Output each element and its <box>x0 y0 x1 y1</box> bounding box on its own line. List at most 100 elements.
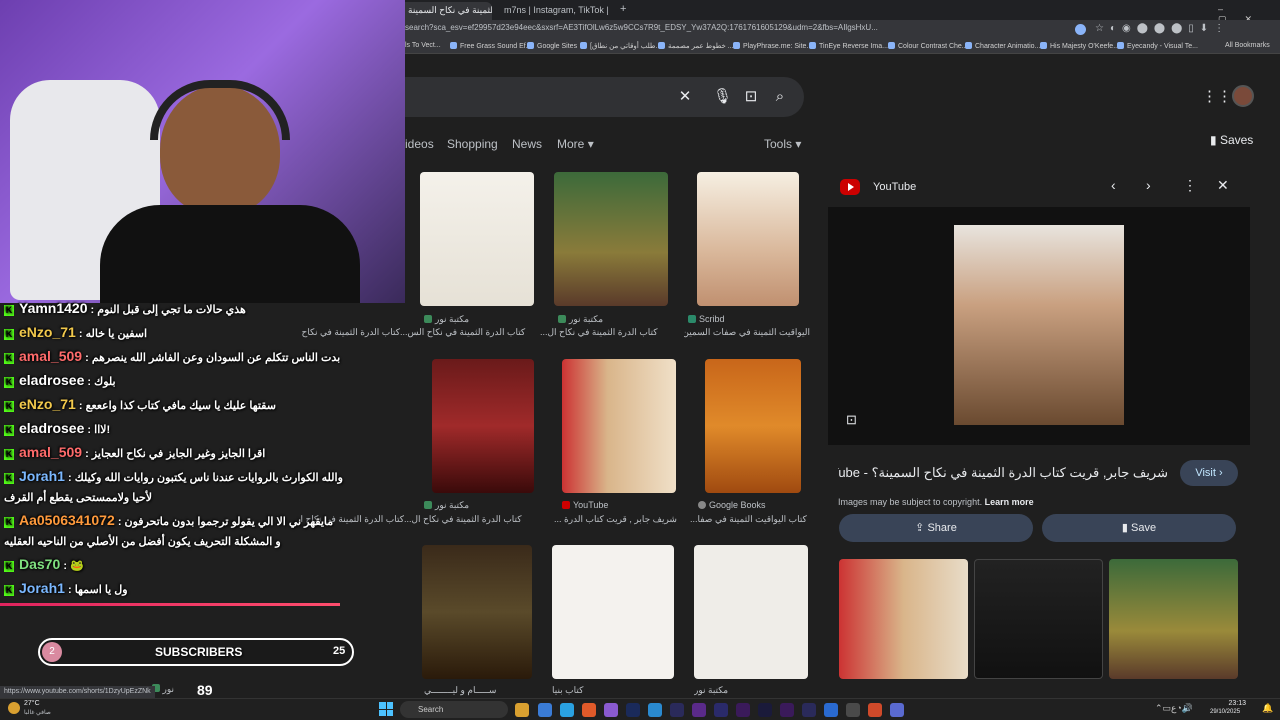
result-image[interactable] <box>422 545 532 679</box>
result-image[interactable] <box>705 359 801 493</box>
bookmark-item[interactable]: Colour Contrast Che... <box>888 42 968 50</box>
tab-search[interactable]: الدرة الثمينة في نكاح السمينة <box>400 2 492 20</box>
tools-button[interactable]: Tools ▾ <box>764 137 801 151</box>
vscode-icon[interactable] <box>560 703 574 717</box>
all-bookmarks[interactable]: All Bookmarks <box>1225 42 1270 49</box>
chevron-left-icon[interactable]: ‹ <box>1111 177 1116 193</box>
visit-button[interactable]: Visit › <box>1180 460 1238 486</box>
result-image[interactable] <box>552 545 674 679</box>
windows-start-icon[interactable] <box>379 702 393 716</box>
result-source[interactable]: Google Books <box>698 500 766 510</box>
app-icon[interactable] <box>824 703 838 717</box>
preview-image[interactable] <box>954 225 1124 425</box>
search-input[interactable]: ✕ 🎙 ⊡ ⌕ <box>340 77 804 117</box>
notification-icon[interactable]: 🔔 <box>1262 703 1273 714</box>
result-source-label: Scribd <box>699 314 725 324</box>
app-icon[interactable] <box>868 703 882 717</box>
result-image[interactable] <box>694 545 808 679</box>
related-image[interactable] <box>974 559 1103 679</box>
result-source[interactable]: Scribd <box>688 314 725 324</box>
result-caption[interactable]: اليواقيت الثمينة في صفات السمين... <box>684 327 810 338</box>
bookmark-item[interactable]: His Majesty O'Keefe... <box>1040 42 1119 50</box>
file-explorer-icon[interactable] <box>515 703 529 717</box>
related-image[interactable] <box>839 559 968 679</box>
media-encoder-icon[interactable] <box>736 703 750 717</box>
premiere-icon[interactable] <box>780 703 794 717</box>
bookmark-icon <box>809 42 816 49</box>
tab-videos[interactable]: ideos <box>405 137 434 151</box>
app-icon[interactable] <box>538 703 552 717</box>
panel-title[interactable]: شريف جابر, قريت كتاب الدرة الثمينة في نك… <box>838 465 1168 481</box>
result-source[interactable]: YouTube <box>562 500 608 510</box>
result-caption[interactable]: كتاب الدرة الثمينة في نكاح الس... <box>400 327 536 338</box>
result-image[interactable] <box>697 172 799 306</box>
search-icon[interactable]: ⌕ <box>772 89 788 105</box>
chat-separator: : <box>82 448 92 460</box>
result-caption[interactable]: مكتبة نور <box>694 685 744 696</box>
audition-icon[interactable] <box>670 703 684 717</box>
clock-time[interactable]: 23:13 <box>1226 700 1246 707</box>
new-tab-button[interactable]: + <box>620 3 626 15</box>
visual-studio-icon[interactable] <box>604 703 618 717</box>
more-vert-icon[interactable]: ⋮ <box>1183 177 1197 194</box>
result-caption[interactable]: كتاب الدرة الثمينة في نكاح ال... <box>404 514 540 525</box>
app-icon[interactable] <box>648 703 662 717</box>
preview-image-area[interactable]: ⊡ <box>828 207 1250 445</box>
tab-shopping[interactable]: Shopping <box>447 137 498 151</box>
discord-icon[interactable] <box>890 703 904 717</box>
close-icon[interactable]: ✕ <box>1217 177 1229 194</box>
tab-more[interactable]: More ▾ <box>557 137 594 151</box>
result-caption[interactable]: ســـــام و ليــــــــي <box>424 685 534 696</box>
tab-news[interactable]: News <box>512 137 542 151</box>
panel-source[interactable]: YouTube <box>873 181 916 193</box>
save-button[interactable]: ▮ Save <box>1042 514 1236 542</box>
bookmark-item[interactable]: [طلب أوقاتي من نطاق... <box>580 42 661 50</box>
bookmark-item[interactable]: Google Sites <box>527 42 577 50</box>
result-source[interactable]: مكتبة نور <box>558 314 603 325</box>
bookmark-item[interactable]: ls To Vect... <box>405 42 441 49</box>
clock-date[interactable]: 29/10/2025 <box>1210 709 1240 715</box>
lens-icon[interactable]: ⊡ <box>743 89 759 105</box>
result-image[interactable] <box>432 359 534 493</box>
result-image[interactable] <box>562 359 676 493</box>
brave-icon[interactable] <box>582 703 596 717</box>
result-image[interactable] <box>420 172 534 306</box>
learn-more-link[interactable]: Learn more <box>985 497 1034 507</box>
bookmark-item[interactable]: Eyecandy - Visual Te... <box>1117 42 1198 50</box>
lens-icon[interactable]: ⊡ <box>846 412 857 428</box>
app-icon[interactable] <box>692 703 706 717</box>
url-field[interactable]: search?sca_esv=ef29957d23e94eec&sxsrf=AE… <box>405 23 1045 37</box>
bookmark-item[interactable]: PlayPhrase.me: Site... <box>733 42 812 50</box>
bookmark-item[interactable]: Free Grass Sound Ef... <box>450 42 532 50</box>
result-image[interactable] <box>554 172 668 306</box>
app-icon[interactable] <box>846 703 860 717</box>
result-source[interactable]: نور <box>152 684 174 695</box>
bookmark-item[interactable]: TinEye Reverse Ima... <box>809 42 888 50</box>
clear-icon[interactable]: ✕ <box>677 89 693 105</box>
result-caption[interactable]: كتاب الدرة الثمينة في نكاح ال... <box>540 327 676 338</box>
bookmark-item[interactable]: خطوط عمر مصممة ... <box>658 42 734 50</box>
result-caption[interactable]: كتاب بنيا <box>552 685 592 696</box>
result-source[interactable]: مكتبة نور <box>424 500 469 511</box>
tab-linktree[interactable]: m7ns | Instagram, TikTok | Linktree <box>496 2 608 20</box>
weather-icon[interactable] <box>8 702 20 714</box>
system-tray[interactable]: ⌃▭ع◔🔊 <box>1155 703 1193 714</box>
saves-button[interactable]: ▮ Saves <box>1210 133 1253 147</box>
bookmark-item[interactable]: Character Animatio... <box>965 42 1040 50</box>
related-image[interactable] <box>1109 559 1238 679</box>
after-effects-icon[interactable] <box>714 703 728 717</box>
chevron-right-icon[interactable]: › <box>1146 177 1151 193</box>
share-button[interactable]: ⇪ Share <box>839 514 1033 542</box>
audition-icon[interactable] <box>802 703 816 717</box>
result-source[interactable]: مكتبة نور <box>424 314 469 325</box>
lens-icon[interactable] <box>1075 24 1086 35</box>
taskbar-search[interactable]: Search <box>400 701 508 718</box>
result-caption[interactable]: كتاب اليواقيت الثمينة في صفا... <box>690 514 810 525</box>
mic-icon[interactable]: 🎙 <box>713 89 732 105</box>
avatar[interactable] <box>1232 85 1254 107</box>
photoshop-icon[interactable] <box>626 703 640 717</box>
weather-temp[interactable]: 27°C <box>24 700 40 707</box>
app-icon[interactable] <box>758 703 772 717</box>
extension-icons[interactable]: ☆◐◉⬤⬤⬤▯⬇⋮ <box>1095 23 1230 34</box>
result-caption[interactable]: شريف جابر , قريت كتاب الدرة ... <box>554 514 678 525</box>
